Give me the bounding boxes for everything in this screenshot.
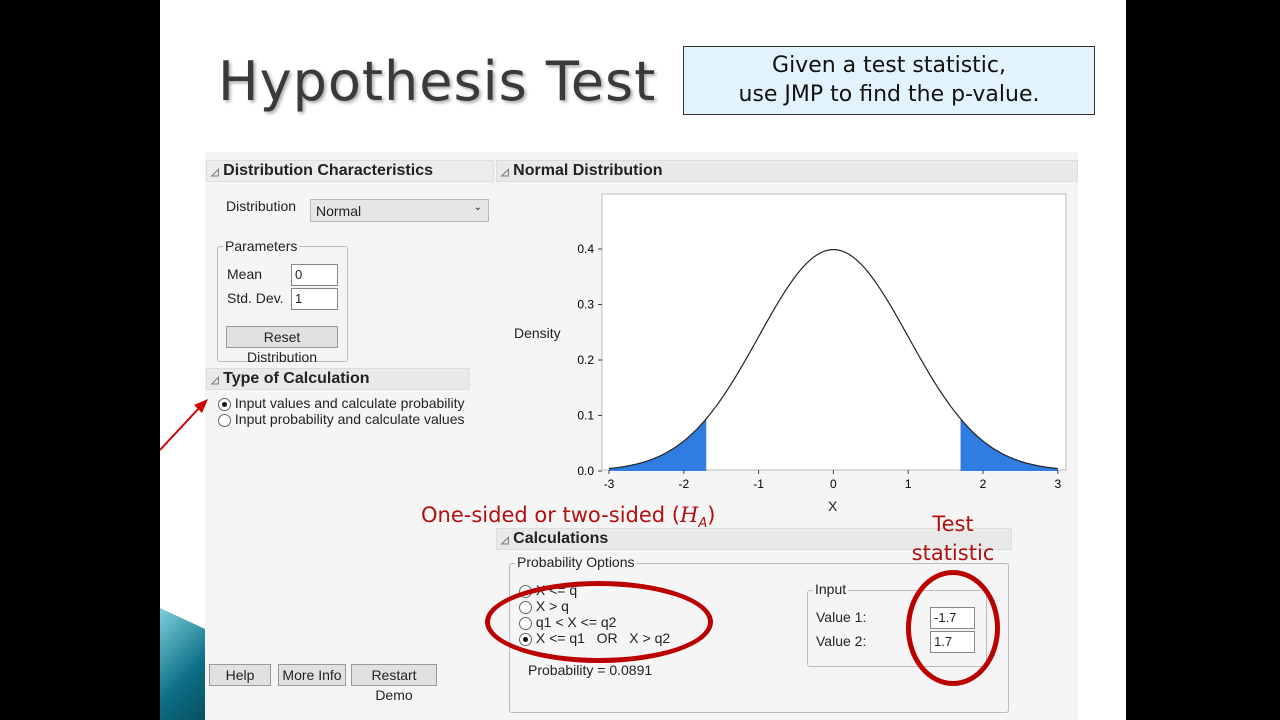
y-tick-label: 0.2 bbox=[577, 353, 594, 367]
x-tick-label: 0 bbox=[830, 477, 837, 491]
x-tick-label: -2 bbox=[678, 477, 689, 491]
x-tick-label: 2 bbox=[980, 477, 987, 491]
x-axis-label: X bbox=[828, 498, 838, 514]
value1-label: Value 1: bbox=[816, 609, 867, 625]
x-tick-label: 1 bbox=[905, 477, 912, 491]
header-text: Calculations bbox=[513, 530, 609, 547]
sided-annotation: One-sided or two-sided (HA) bbox=[421, 503, 715, 531]
distribution-label: Distribution bbox=[226, 198, 297, 214]
note-line: Given a test statistic, bbox=[772, 53, 1006, 78]
mean-label: Mean bbox=[227, 266, 263, 282]
arrow-annotation bbox=[159, 399, 208, 451]
probability-result: Probability = 0.0891 bbox=[528, 662, 653, 678]
radio-label: Input probability and calculate values bbox=[234, 411, 465, 427]
collapse-icon[interactable]: ◿ bbox=[211, 375, 219, 386]
collapse-icon[interactable]: ◿ bbox=[501, 535, 509, 546]
type-calc-header[interactable]: ◿ Type of Calculation bbox=[206, 368, 470, 390]
annotation-text: ) bbox=[707, 503, 716, 527]
test-statistic-annotation: Test statistic bbox=[900, 510, 1006, 568]
values-highlight-ellipse bbox=[906, 570, 1000, 686]
radio-input-probability[interactable]: Input probability and calculate values bbox=[218, 411, 464, 427]
annotation-sub: A bbox=[698, 516, 708, 532]
note-line: use JMP to find the p-value. bbox=[738, 82, 1040, 107]
note-box: Given a test statistic, use JMP to find t… bbox=[683, 46, 1095, 115]
y-tick-label: 0.0 bbox=[577, 464, 594, 478]
probability-options-label: Probability Options bbox=[515, 554, 637, 570]
select-value: Normal bbox=[316, 203, 362, 219]
annotation-line: statistic bbox=[911, 541, 995, 565]
header-text: Type of Calculation bbox=[223, 370, 370, 387]
x-tick-label: 3 bbox=[1054, 477, 1061, 491]
density-plot: 0.0 0.1 0.2 0.3 0.4 -3 -2 -1 0 1 2 3 bbox=[577, 193, 1067, 491]
x-tick-label: -3 bbox=[604, 477, 615, 491]
collapse-icon[interactable]: ◿ bbox=[501, 167, 509, 178]
y-axis-label: Density bbox=[514, 325, 561, 341]
mean-input[interactable]: 0 bbox=[291, 264, 338, 286]
annotation-text: One-sided or two-sided ( bbox=[421, 503, 680, 527]
x-tick-label: -1 bbox=[753, 477, 764, 491]
annotation-h: H bbox=[679, 503, 699, 527]
dist-char-header[interactable]: ◿ Distribution Characteristics bbox=[206, 160, 494, 182]
radio-button[interactable] bbox=[218, 397, 231, 411]
header-text: Distribution Characteristics bbox=[223, 162, 433, 179]
y-tick-label: 0.4 bbox=[577, 242, 594, 256]
plot-header[interactable]: ◿ Normal Distribution bbox=[496, 160, 1078, 182]
collapse-icon[interactable]: ◿ bbox=[211, 167, 219, 178]
restart-demo-button[interactable]: Restart Demo bbox=[351, 664, 437, 703]
y-tick-label: 0.1 bbox=[577, 409, 594, 423]
sd-input[interactable]: 1 bbox=[291, 288, 338, 310]
input-label: Input bbox=[813, 581, 849, 597]
distribution-select[interactable]: Normal ⌄ bbox=[310, 199, 489, 222]
slide-title: Hypothesis Test bbox=[218, 50, 657, 113]
radio-label: Input values and calculate probability bbox=[234, 395, 465, 411]
y-tick-label: 0.3 bbox=[577, 298, 594, 312]
options-highlight-ellipse bbox=[485, 581, 713, 663]
parameters-label: Parameters bbox=[223, 238, 300, 254]
sd-label: Std. Dev. bbox=[227, 290, 284, 306]
help-button[interactable]: Help bbox=[209, 664, 271, 686]
radio-input-values[interactable]: Input values and calculate probability bbox=[218, 395, 464, 411]
value2-label: Value 2: bbox=[816, 633, 867, 649]
more-info-button[interactable]: More Info bbox=[278, 664, 346, 686]
radio-button[interactable] bbox=[218, 413, 231, 427]
plot-frame bbox=[601, 193, 1067, 471]
reset-distribution-button[interactable]: Reset Distribution bbox=[226, 326, 338, 365]
header-text: Normal Distribution bbox=[513, 162, 663, 179]
chevron-down-icon: ⌄ bbox=[473, 202, 482, 213]
annotation-line: Test bbox=[932, 512, 974, 536]
